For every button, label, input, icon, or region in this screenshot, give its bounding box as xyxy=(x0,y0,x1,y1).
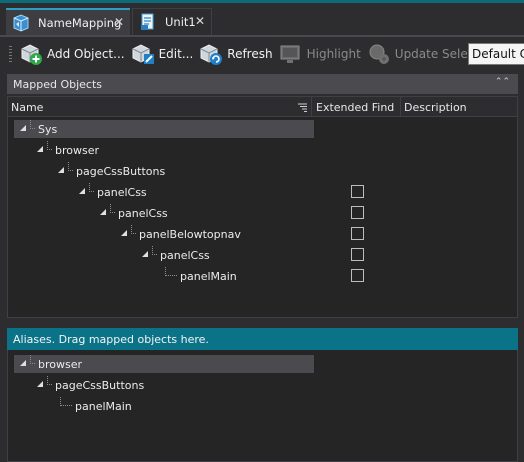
column-name[interactable]: Name xyxy=(11,101,43,114)
column-separator[interactable] xyxy=(311,97,312,117)
tree-row-label: panelCss xyxy=(97,185,147,199)
tree-row-label: panelMain xyxy=(180,269,237,283)
alias-row-panelmain[interactable]: panelMain xyxy=(60,397,132,415)
highlight-icon xyxy=(279,42,303,66)
namemapping-icon xyxy=(12,13,30,32)
tree-row-label: panelMain xyxy=(75,399,132,413)
tree-row-label: panelBelowtopnav xyxy=(139,227,241,241)
extended-find-checkbox[interactable] xyxy=(351,269,364,282)
refresh-icon xyxy=(199,42,223,66)
highlight-button[interactable]: Highlight xyxy=(279,42,361,66)
tree-row-panelmain[interactable]: panelMain xyxy=(165,267,237,285)
aliases-tree[interactable]: browser pageCssButtons panelMain xyxy=(7,350,518,462)
column-extended-find[interactable]: Extended Find xyxy=(316,101,394,114)
extended-find-checkbox[interactable] xyxy=(351,206,364,219)
alias-row-pagecssbuttons[interactable]: pageCssButtons xyxy=(35,376,144,394)
expander-icon[interactable] xyxy=(18,359,28,369)
highlight-label: Highlight xyxy=(306,47,361,61)
add-object-button[interactable]: Add Object... xyxy=(19,42,125,66)
tree-connector xyxy=(47,141,52,150)
collapse-icon[interactable]: ⌃⌃ xyxy=(495,77,510,87)
add-object-icon xyxy=(19,42,43,66)
tree-row-sys[interactable]: Sys xyxy=(14,120,314,138)
mapped-objects-tree[interactable]: Name Extended Find Description Sys brows… xyxy=(7,96,518,318)
tree-connector xyxy=(30,355,35,364)
expander-icon[interactable] xyxy=(35,145,45,155)
add-object-label: Add Object... xyxy=(47,47,125,61)
tabstrip-baseline xyxy=(0,35,524,37)
tree-row-label: browser xyxy=(38,357,83,371)
mapped-objects-title: Mapped Objects xyxy=(13,77,102,91)
expander-icon[interactable] xyxy=(56,166,66,176)
tree-row-panelcss[interactable]: panelCss xyxy=(140,246,210,264)
tabstrip-accent-line xyxy=(0,0,524,3)
tree-column-header: Name Extended Find Description xyxy=(8,97,517,117)
document-tab-strip: NameMapping ✕ Unit1 ✕ xyxy=(0,0,524,37)
aliases-title: Aliases. Drag mapped objects here. xyxy=(13,332,209,346)
expander-icon[interactable] xyxy=(98,208,108,218)
tree-connector xyxy=(165,267,177,276)
tree-connector xyxy=(68,162,73,171)
tree-connector xyxy=(30,120,35,129)
alias-row-browser[interactable]: browser xyxy=(14,355,314,373)
tree-row-label: pageCssButtons xyxy=(55,378,145,392)
tab-label: NameMapping xyxy=(38,15,122,30)
expander-icon[interactable] xyxy=(140,250,150,260)
sort-icon[interactable] xyxy=(298,102,307,112)
edit-label: Edit... xyxy=(158,47,194,61)
aliases-header: Aliases. Drag mapped objects here. xyxy=(7,328,518,350)
tab-namemapping[interactable]: NameMapping ✕ xyxy=(6,8,130,35)
tree-row-label: pageCssButtons xyxy=(76,164,166,178)
tree-connector xyxy=(47,376,52,385)
expander-icon[interactable] xyxy=(119,229,129,239)
tree-row-label: panelCss xyxy=(160,248,210,262)
edit-button[interactable]: Edit... xyxy=(131,42,194,66)
toolbar: Add Object... Edit... Refresh Highlight … xyxy=(0,40,524,68)
expander-icon[interactable] xyxy=(18,124,28,134)
tree-connector xyxy=(89,183,94,192)
close-icon[interactable]: ✕ xyxy=(114,15,124,29)
tree-connector xyxy=(152,246,157,255)
extended-find-checkbox[interactable] xyxy=(351,185,364,198)
update-selectors-icon xyxy=(367,42,391,66)
script-unit-icon xyxy=(139,13,157,31)
tree-row-panelcss[interactable]: panelCss xyxy=(98,204,168,222)
tree-connector xyxy=(110,204,115,213)
extended-find-checkbox[interactable] xyxy=(351,248,364,261)
extended-find-checkbox[interactable] xyxy=(351,227,364,240)
tree-row-label: browser xyxy=(55,143,100,157)
column-separator[interactable] xyxy=(400,97,401,117)
column-description[interactable]: Description xyxy=(404,101,467,114)
tab-label: Unit1 xyxy=(165,15,196,29)
edit-icon xyxy=(131,42,155,66)
refresh-button[interactable]: Refresh xyxy=(199,42,273,66)
expander-icon[interactable] xyxy=(35,380,45,390)
tab-unit1[interactable]: Unit1 ✕ xyxy=(132,8,212,35)
tree-row-label: panelCss xyxy=(118,206,168,220)
tree-row-browser[interactable]: browser xyxy=(35,141,99,159)
expander-icon[interactable] xyxy=(77,187,87,197)
toolbar-grip[interactable] xyxy=(9,46,12,62)
tree-connector xyxy=(131,225,136,234)
mapped-objects-header: Mapped Objects ⌃⌃ xyxy=(7,74,518,94)
tree-row-label: Sys xyxy=(38,122,58,136)
close-icon[interactable]: ✕ xyxy=(195,14,205,28)
refresh-label: Refresh xyxy=(227,47,273,61)
tree-connector xyxy=(60,397,72,406)
tree-row-panelbelowtopnav[interactable]: panelBelowtopnav xyxy=(119,225,241,243)
tree-row-pagecssbuttons[interactable]: pageCssButtons xyxy=(56,162,165,180)
tree-row-panelcss[interactable]: panelCss xyxy=(77,183,147,201)
configuration-combo[interactable]: Default Co xyxy=(468,43,524,65)
